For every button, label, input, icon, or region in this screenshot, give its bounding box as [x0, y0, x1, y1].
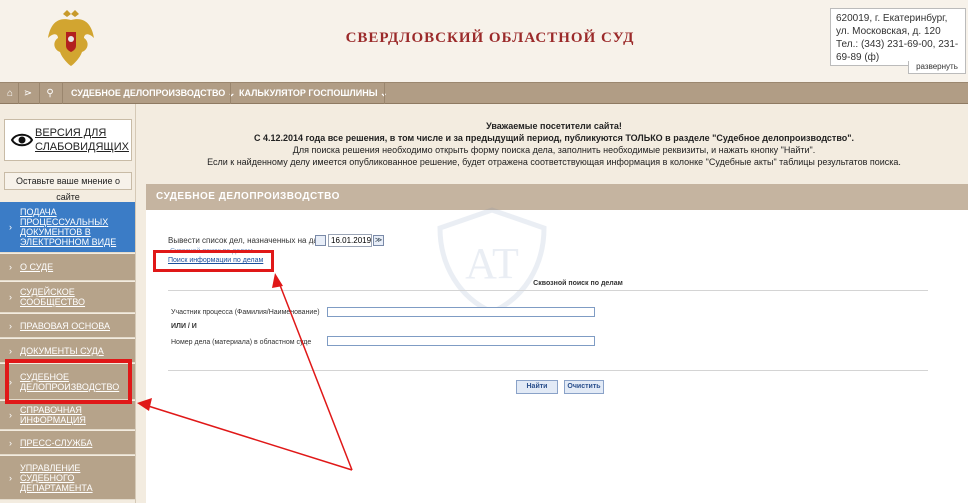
nav-item-court-records[interactable]: СУДЕБНОЕ ДЕЛОПРОИЗВОДСТВО ⌄	[71, 83, 235, 104]
contact-info: 620019, г. Екатеринбург, ул. Московская,…	[830, 8, 966, 66]
highlight-court-records-menu	[5, 359, 132, 404]
cross-search-header: Сквозной поиск по делам	[533, 280, 623, 287]
divider	[168, 290, 928, 291]
notice-line: Если к найденному делу имеется опубликов…	[207, 157, 901, 167]
home-icon[interactable]: ⌂	[0, 83, 20, 104]
court-records-panel: СУДЕБНОЕ ДЕЛОПРОИЗВОДСТВО AT Вывести спи…	[146, 184, 968, 503]
court-title: СВЕРДЛОВСКИЙ ОБЛАСТНОЙ СУД	[345, 30, 635, 46]
date-go-button[interactable]: ≫	[373, 235, 384, 246]
sidebar-item-judges[interactable]: › СУДЕЙСКОЕ СООБЩЕСТВО	[0, 282, 135, 313]
calendar-icon[interactable]	[315, 235, 326, 246]
chevron-right-icon: ›	[9, 437, 12, 448]
sidebar-item-e-filing[interactable]: › ПОДАЧА ПРОЦЕССУАЛЬНЫХ ДОКУМЕНТОВ В ЭЛЕК…	[0, 202, 135, 253]
chevron-right-icon: ›	[9, 262, 12, 272]
chevron-right-icon: ›	[9, 222, 12, 232]
clear-button[interactable]: Очистить	[564, 380, 604, 394]
date-filter-label: Вывести список дел, назначенных на дату	[168, 236, 326, 245]
chevron-right-icon: ›	[9, 345, 12, 356]
site-header: СВЕРДЛОВСКИЙ ОБЛАСТНОЙ СУД 620019, г. Ек…	[0, 0, 968, 82]
chevron-right-icon: ›	[9, 292, 12, 302]
case-number-label: Номер дела (материала) в областном суде	[171, 339, 312, 346]
find-button[interactable]: Найти	[516, 380, 558, 394]
contact-address: 620019, г. Екатеринбург,	[836, 13, 948, 24]
case-number-input[interactable]	[327, 336, 595, 346]
participant-label: Участник процесса (Фамилия/Наименование)	[171, 309, 320, 316]
shield-watermark-icon: AT	[437, 207, 547, 315]
chevron-right-icon: ›	[9, 472, 12, 483]
nav-item-fee-calculator[interactable]: КАЛЬКУЛЯТОР ГОСПОШЛИНЫ ⌄	[239, 83, 388, 104]
feedback-link[interactable]: Оставьте ваше мнение о сайте	[4, 172, 132, 202]
eye-icon	[11, 133, 33, 147]
nav-divider	[384, 83, 385, 104]
search-icon[interactable]: ⚲	[40, 83, 60, 104]
nav-divider	[62, 83, 63, 104]
accessibility-version-button[interactable]: ВЕРСИЯ ДЛЯ СЛАБОВИДЯЩИХ	[4, 119, 132, 161]
chevron-right-icon: ›	[9, 320, 12, 331]
chevron-right-icon: ›	[9, 410, 12, 420]
date-input[interactable]	[328, 234, 372, 247]
sidebar-item-press[interactable]: › ПРЕСС-СЛУЖБА	[0, 431, 135, 455]
expand-contacts-button[interactable]: развернуть	[908, 61, 966, 74]
accessibility-version-label: ВЕРСИЯ ДЛЯ СЛАБОВИДЯЩИХ	[35, 127, 129, 153]
contact-street: ул. Московская, д. 120	[836, 26, 941, 37]
or-and-label: ИЛИ / И	[171, 323, 197, 330]
highlight-search-link	[153, 250, 274, 272]
sidebar-item-reference[interactable]: › СПРАВОЧНАЯ ИНФОРМАЦИЯ	[0, 401, 135, 430]
notice-heading: Уважаемые посетители сайта!	[486, 121, 622, 131]
panel-title: СУДЕБНОЕ ДЕЛОПРОИЗВОДСТВО	[146, 184, 968, 210]
sidebar-item-about[interactable]: › О СУДЕ	[0, 254, 135, 281]
main-nav: ⌂ ⋗ ⚲ СУДЕБНОЕ ДЕЛОПРОИЗВОДСТВО ⌄ КАЛЬКУ…	[0, 82, 968, 104]
sidebar-item-legal-basis[interactable]: › ПРАВОВАЯ ОСНОВА	[0, 314, 135, 338]
site-notice: Уважаемые посетители сайта! С 4.12.2014 …	[140, 120, 968, 168]
divider	[168, 370, 928, 371]
notice-line-bold: С 4.12.2014 года все решения, в том числ…	[253, 133, 855, 143]
share-icon[interactable]: ⋗	[18, 83, 38, 104]
sidebar-item-judicial-department[interactable]: › УПРАВЛЕНИЕ СУДЕБНОГО ДЕПАРТАМЕНТА	[0, 456, 135, 500]
participant-input[interactable]	[327, 307, 595, 317]
notice-line: Для поиска решения необходимо открыть фо…	[292, 145, 816, 155]
nav-divider	[230, 83, 231, 104]
